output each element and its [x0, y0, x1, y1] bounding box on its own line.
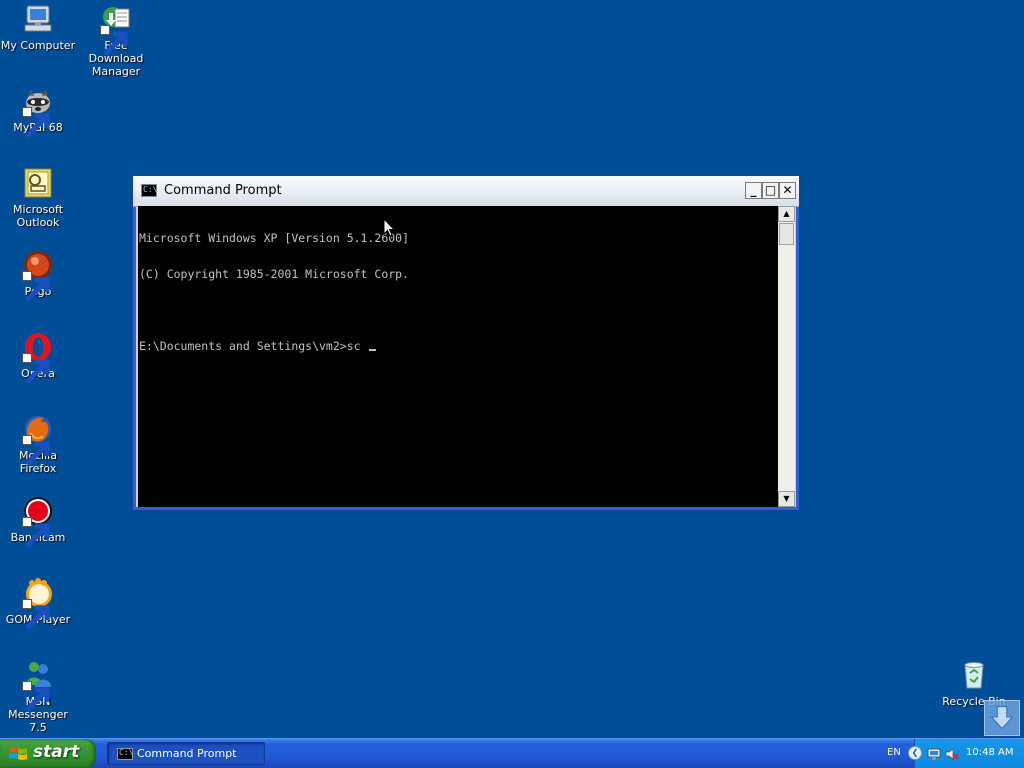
scroll-up-button[interactable]: ▲	[778, 206, 795, 222]
console-prompt-text: E:\Documents and Settings\vm2>sc	[139, 339, 368, 353]
outlook-icon	[22, 167, 54, 199]
bandicam-icon	[22, 495, 54, 548]
windows-flag-icon	[8, 745, 28, 763]
gom-player-icon	[22, 577, 54, 630]
vertical-scrollbar[interactable]: ▲ ▼	[778, 206, 795, 507]
desktop-icon-microsoft-outlook[interactable]: Microsoft Outlook	[0, 167, 76, 229]
mypal-raccoon-icon	[22, 85, 54, 138]
mouse-pointer-icon	[383, 217, 396, 238]
window-title: Command Prompt	[164, 183, 282, 198]
shortcut-arrow-icon	[22, 353, 50, 384]
desktop-icon-mypal[interactable]: MyPal 68	[0, 85, 76, 138]
window-titlebar[interactable]: C:\ Command Prompt _ □ ✕	[133, 176, 799, 207]
desktop-icon-my-computer[interactable]: My Computer	[0, 3, 76, 52]
console-app-icon: C:\	[117, 748, 133, 760]
volume-muted-tray-icon[interactable]	[945, 746, 959, 760]
scroll-thumb[interactable]	[779, 223, 794, 245]
recycle-bin-icon	[958, 659, 990, 691]
computer-icon	[22, 3, 54, 35]
opera-icon	[22, 331, 54, 384]
taskbar-button-command-prompt[interactable]: C:\ Command Prompt	[107, 742, 265, 765]
shortcut-arrow-icon	[22, 435, 50, 466]
language-indicator[interactable]: EN	[887, 747, 901, 758]
taskbar-button-label: Command Prompt	[137, 747, 237, 760]
shortcut-arrow-icon	[22, 271, 50, 302]
clock[interactable]: 10:48 AM	[966, 747, 1013, 758]
desktop-icon-opera[interactable]: Opera	[0, 331, 76, 384]
desktop-icon-msn-messenger[interactable]: MSN Messenger 7.5	[0, 659, 76, 734]
command-prompt-window[interactable]: C:\ Command Prompt _ □ ✕ Microsoft Windo…	[132, 175, 800, 511]
console-prompt-line: E:\Documents and Settings\vm2>sc	[139, 340, 778, 352]
desktop-icon-mozilla-firefox[interactable]: Mozilla Firefox	[0, 413, 76, 475]
console-app-icon[interactable]: C:\	[141, 184, 157, 197]
download-manager-icon	[100, 3, 132, 56]
desktop-icon-pego[interactable]: Pego	[0, 249, 76, 302]
text-cursor	[369, 349, 377, 351]
start-button[interactable]: start	[0, 739, 96, 768]
download-drop-target-icon[interactable]	[984, 700, 1020, 736]
shortcut-arrow-icon	[22, 599, 50, 630]
taskbar: start C:\ Command Prompt EN ❮ 10:48 AM	[0, 738, 1024, 768]
minimize-button[interactable]: _	[745, 182, 762, 199]
system-tray: ❮ 10:48 AM	[908, 739, 1024, 768]
shortcut-arrow-icon	[22, 681, 50, 712]
firefox-icon	[22, 413, 54, 466]
console-output[interactable]: Microsoft Windows XP [Version 5.1.2600] …	[138, 206, 778, 507]
show-hidden-icons-chevron-icon[interactable]: ❮	[908, 746, 922, 760]
network-tray-icon[interactable]	[927, 746, 941, 760]
desktop-icon-gom-player[interactable]: GOM Player	[0, 577, 76, 630]
pego-icon	[22, 249, 54, 302]
shortcut-arrow-icon	[100, 25, 128, 56]
scroll-down-button[interactable]: ▼	[778, 491, 795, 507]
shortcut-arrow-icon	[22, 107, 50, 138]
shortcut-arrow-icon	[22, 517, 50, 548]
maximize-button[interactable]: □	[762, 182, 779, 199]
start-label: start	[33, 742, 80, 762]
desktop-icon-bandicam[interactable]: Bandicam	[0, 495, 76, 548]
console-line: Microsoft Windows XP [Version 5.1.2600]	[139, 231, 410, 245]
close-button[interactable]: ✕	[779, 182, 796, 199]
desktop-icon-free-download-manager[interactable]: Free Download Manager	[78, 3, 154, 78]
msn-messenger-icon	[22, 659, 54, 712]
console-line: (C) Copyright 1985-2001 Microsoft Corp.	[139, 267, 410, 281]
